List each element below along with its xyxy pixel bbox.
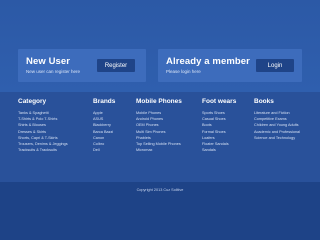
link-item[interactable]: Tracksuits & Tracksuits	[18, 147, 68, 153]
member-subtitle: Please login here	[166, 69, 201, 74]
link-item[interactable]: Dell	[93, 147, 115, 153]
link-item[interactable]: Children and Young Adults	[254, 122, 300, 128]
column-heading: Foot wears	[202, 98, 237, 105]
footer-bar: Copyright 2013 Cuz Solitive	[0, 182, 320, 240]
new-user-title: New User	[26, 56, 71, 67]
link-item[interactable]: Sandals	[202, 147, 236, 153]
link-item[interactable]: Barca Bazzi	[93, 129, 115, 135]
new-user-subtitle: New user can register here	[26, 69, 81, 74]
link-item[interactable]: Science and Technology	[254, 135, 300, 141]
column-heading: Category	[18, 98, 47, 105]
column-books: Books Literature and Fiction Competitive…	[254, 98, 300, 141]
copyright-text: Copyright 2013 Cuz Solitive	[136, 188, 184, 192]
column-foot-wears: Foot wears Sports Shoes Casual Shoes Boo…	[202, 98, 236, 153]
link-list: Literature and Fiction Competitive Exams…	[254, 110, 300, 141]
column-heading: Books	[254, 98, 274, 105]
register-button[interactable]: Register	[97, 59, 135, 72]
link-list: Sports Shoes Casual Shoes Boots Formal S…	[202, 110, 236, 153]
column-category: Category Tanks & Spaghetti T-Shirts & Po…	[18, 98, 68, 153]
column-heading: Brands	[93, 98, 116, 105]
column-heading: Mobile Phones	[136, 98, 182, 105]
member-title: Already a member	[166, 56, 250, 67]
member-panel: Already a member Please login here Login	[158, 49, 302, 82]
link-list: Apple ASUS Blackberry Barca Bazzi Canon …	[93, 110, 115, 153]
link-item[interactable]: Academic and Professional	[254, 129, 300, 135]
link-list: Tanks & Spaghetti T-Shirts & Polo T-Shir…	[18, 110, 68, 153]
login-button[interactable]: Login	[256, 59, 294, 72]
footer-links: Category Tanks & Spaghetti T-Shirts & Po…	[0, 92, 320, 182]
column-mobile-phones: Mobile Phones Mobile Phones Android Phon…	[136, 98, 182, 153]
column-brands: Brands Apple ASUS Blackberry Barca Bazzi…	[93, 98, 115, 153]
link-list: Mobile Phones Android Phones OEM Phones …	[136, 110, 182, 153]
new-user-panel: New User New user can register here Regi…	[18, 49, 146, 82]
link-item[interactable]: Micromax	[136, 147, 182, 153]
